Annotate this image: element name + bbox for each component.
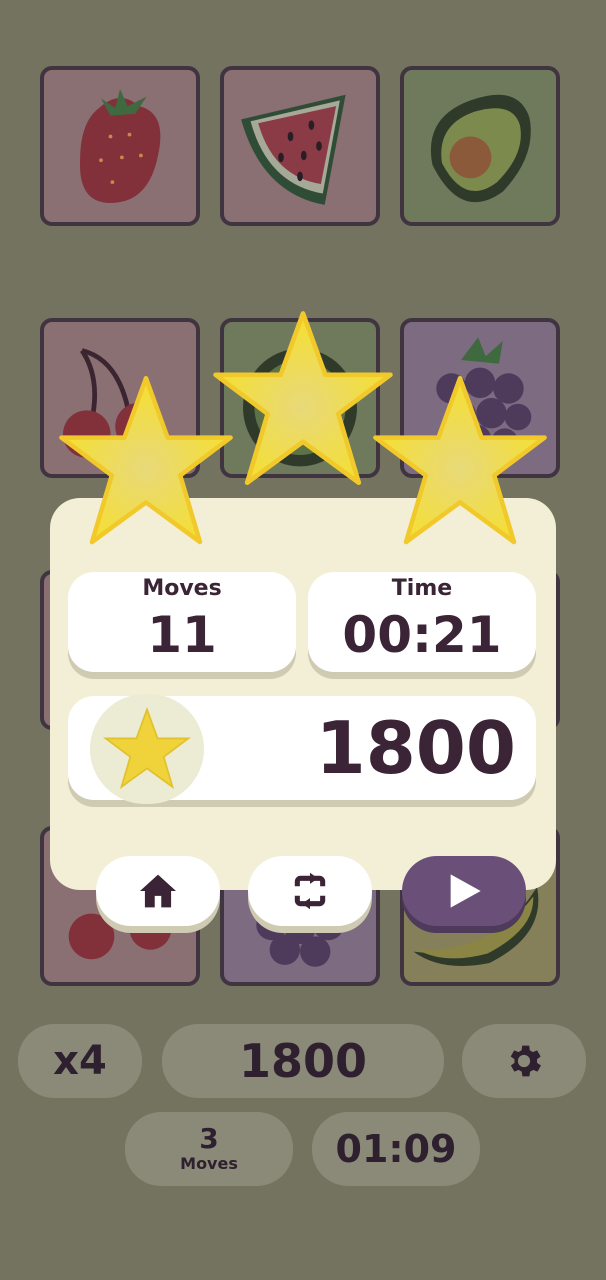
multiplier-text: x4 bbox=[53, 1038, 107, 1084]
home-button[interactable] bbox=[96, 856, 220, 926]
hud-timer-text: 01:09 bbox=[335, 1127, 457, 1171]
hud-moves: 3 Moves bbox=[125, 1112, 293, 1186]
hud-score-text: 1800 bbox=[238, 1034, 368, 1088]
next-level-button[interactable] bbox=[402, 856, 526, 926]
restart-icon bbox=[291, 872, 329, 910]
hud-moves-label: Moves bbox=[180, 1154, 238, 1173]
results-panel: Moves 11 Time 00:21 1800 bbox=[50, 498, 556, 890]
time-value: 00:21 bbox=[342, 606, 502, 664]
hud-moves-value: 3 bbox=[199, 1122, 219, 1155]
moves-label: Moves bbox=[142, 576, 222, 601]
score-card: 1800 bbox=[68, 694, 536, 804]
multiplier-badge: x4 bbox=[18, 1024, 142, 1098]
star-icon bbox=[213, 311, 393, 486]
score-star-badge bbox=[90, 694, 204, 804]
star-icon bbox=[373, 375, 547, 545]
gear-icon bbox=[510, 1045, 541, 1077]
time-card: Time 00:21 bbox=[308, 572, 536, 672]
hud-timer: 01:09 bbox=[312, 1112, 480, 1186]
restart-button[interactable] bbox=[248, 856, 372, 926]
star-icon bbox=[103, 706, 191, 790]
settings-button[interactable] bbox=[462, 1024, 586, 1098]
hud-score: 1800 bbox=[162, 1024, 444, 1098]
play-icon bbox=[450, 874, 481, 908]
moves-card: Moves 11 bbox=[68, 572, 296, 672]
score-value: 1800 bbox=[315, 706, 516, 790]
star-icon bbox=[59, 375, 233, 545]
moves-value: 11 bbox=[147, 606, 217, 664]
time-label: Time bbox=[391, 576, 453, 601]
home-icon bbox=[140, 874, 176, 908]
